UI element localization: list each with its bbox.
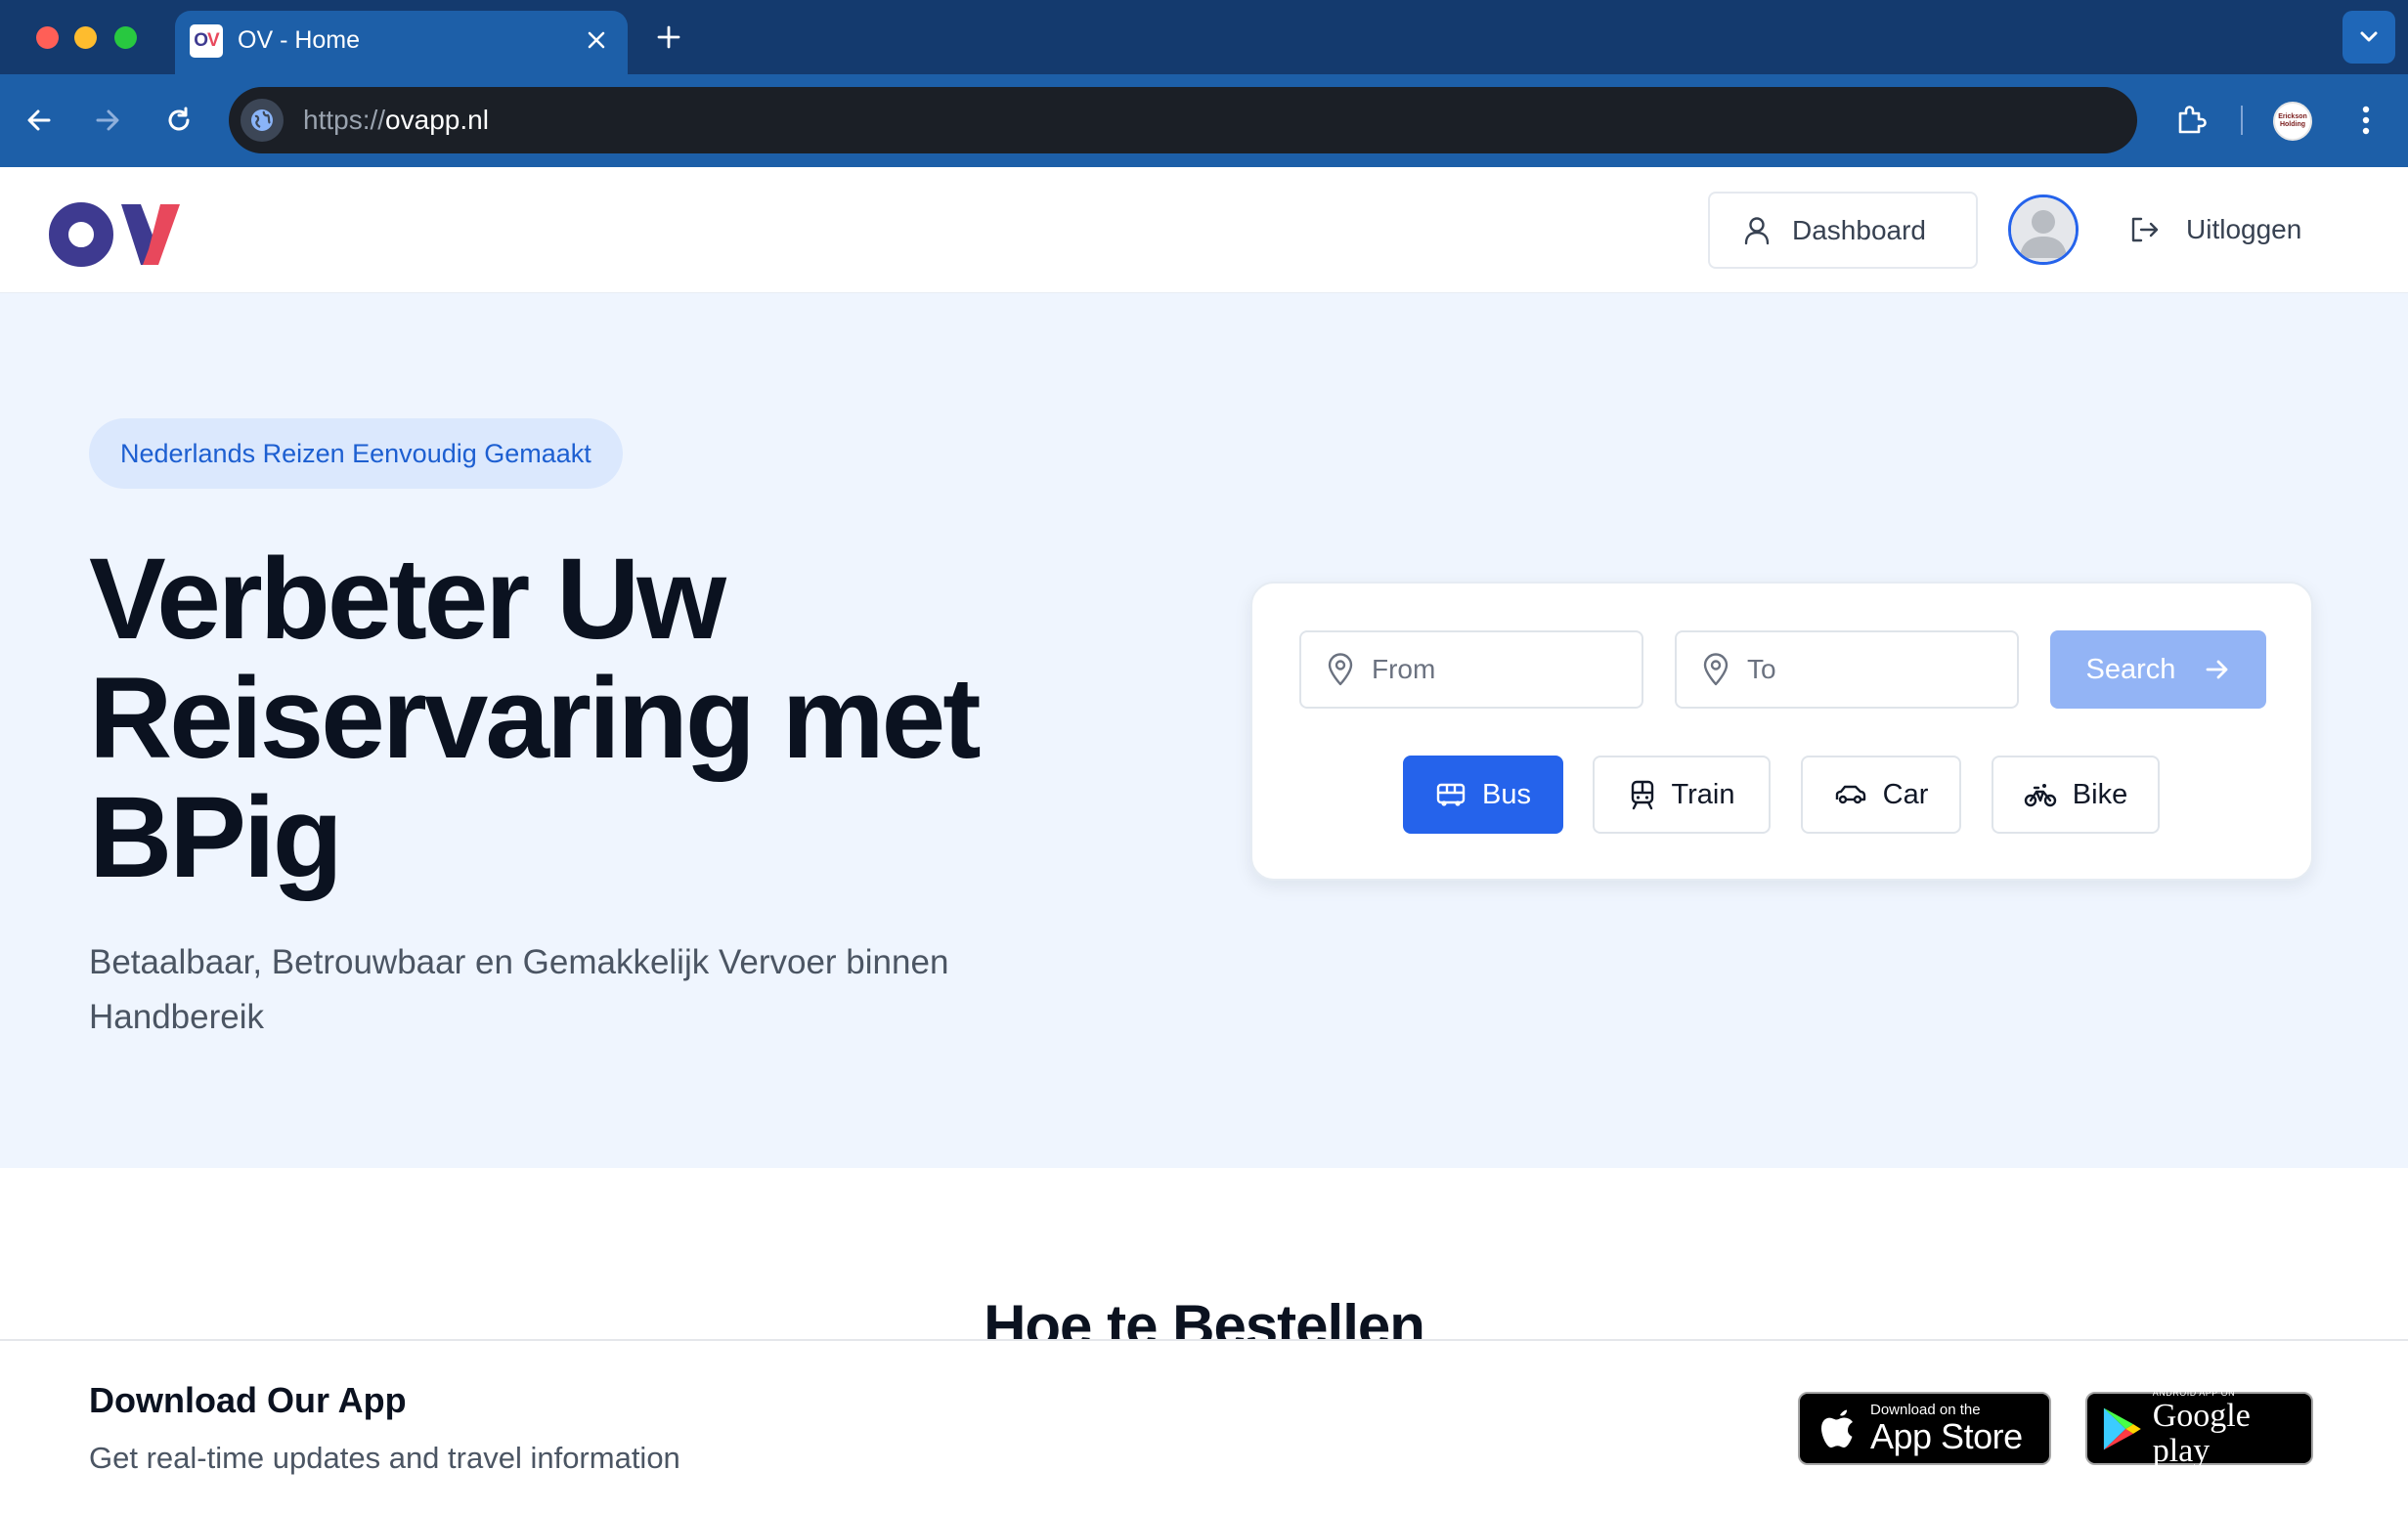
banner-title: Download Our App <box>89 1380 407 1420</box>
hero-section: Nederlands Reizen Eenvoudig Gemaakt Verb… <box>0 293 2408 1168</box>
car-icon <box>1835 785 1865 804</box>
user-icon <box>1744 216 1770 244</box>
to-input[interactable] <box>1747 654 1992 685</box>
mode-car-label: Car <box>1882 778 1929 810</box>
dashboard-label: Dashboard <box>1792 214 1926 245</box>
reload-icon[interactable] <box>156 98 201 143</box>
app-store-badge[interactable]: Download on the App Store <box>1798 1392 2051 1465</box>
google-play-icon <box>2103 1407 2141 1449</box>
apple-icon <box>1821 1409 1853 1448</box>
url-text: https://ovapp.nl <box>303 105 489 136</box>
mode-bus-label: Bus <box>1482 778 1531 810</box>
favicon-letter-v: V <box>207 30 220 51</box>
ov-logo[interactable] <box>49 200 180 269</box>
forward-arrow-icon[interactable] <box>85 98 130 143</box>
mode-car-button[interactable]: Car <box>1801 756 1961 834</box>
logout-icon <box>2131 217 2159 242</box>
browser-tab-bar: OV OV - Home <box>0 0 2408 74</box>
app-store-big-text: App Store <box>1870 1416 2023 1456</box>
favicon-letter-o: O <box>194 30 208 51</box>
address-bar[interactable]: https://ovapp.nl <box>229 87 2137 153</box>
search-button[interactable]: Search <box>2050 630 2266 709</box>
extensions-puzzle-icon[interactable] <box>2168 98 2213 143</box>
dashboard-button[interactable]: Dashboard <box>1708 192 1978 269</box>
logo-o-shape <box>49 202 113 267</box>
window-zoom-button[interactable] <box>114 26 137 49</box>
mode-train-label: Train <box>1671 778 1735 810</box>
browser-menu-kebab-icon[interactable] <box>2346 98 2386 143</box>
logout-label: Uitloggen <box>2186 214 2302 244</box>
arrow-right-icon <box>2207 660 2228 679</box>
site-header: Dashboard Uitloggen <box>0 167 2408 293</box>
logout-button[interactable]: Uitloggen <box>2129 202 2301 257</box>
hero-subtitle: Betaalbaar, Betrouwbaar en Gemakkelijk V… <box>89 943 949 1036</box>
new-tab-plus-icon[interactable] <box>649 18 688 57</box>
browser-tab-active[interactable]: OV OV - Home <box>175 11 628 74</box>
back-arrow-icon[interactable] <box>17 98 62 143</box>
to-field[interactable] <box>1675 630 2019 709</box>
toolbar-separator <box>2241 106 2243 135</box>
tab-close-icon[interactable] <box>579 22 614 58</box>
profile-avatar[interactable]: Erickson Holding <box>2273 102 2312 141</box>
mode-bus-button[interactable]: Bus <box>1403 756 1563 834</box>
search-button-label: Search <box>2085 653 2176 685</box>
location-pin-icon <box>1328 653 1353 686</box>
favicon: OV <box>190 24 223 58</box>
logo-v-shape <box>121 204 180 265</box>
mode-train-button[interactable]: Train <box>1593 756 1771 834</box>
window-minimize-button[interactable] <box>74 26 97 49</box>
tab-search-chevron-icon[interactable] <box>2342 11 2395 64</box>
bike-icon <box>2024 784 2056 807</box>
train-icon <box>1631 780 1653 810</box>
google-play-big-text: Google play <box>2152 1398 2251 1469</box>
mode-bike-button[interactable]: Bike <box>1992 756 2160 834</box>
banner-subtitle: Get real-time updates and travel informa… <box>89 1441 680 1475</box>
url-host: ovapp.nl <box>385 105 489 135</box>
hero-badge: Nederlands Reizen Eenvoudig Gemaakt <box>89 418 623 489</box>
from-field[interactable] <box>1299 630 1643 709</box>
bus-icon <box>1436 783 1466 806</box>
trip-search-card: Search Bus Train Car Bike <box>1250 582 2313 881</box>
google-play-badge[interactable]: ANDROID APP ON Google play <box>2085 1388 2313 1469</box>
user-avatar[interactable] <box>2008 195 2079 265</box>
site-info-globe-icon[interactable] <box>241 99 284 142</box>
from-input[interactable] <box>1372 654 1616 685</box>
location-pin-icon <box>1703 653 1729 686</box>
app-download-banner: Download Our App Get real-time updates a… <box>0 1339 2408 1513</box>
window-close-button[interactable] <box>36 26 59 49</box>
tab-title: OV - Home <box>238 26 361 54</box>
hero-title: Verbeter Uw Reiservaring met BPig <box>89 535 982 902</box>
url-scheme: https:// <box>303 105 386 135</box>
mode-bike-label: Bike <box>2072 778 2128 810</box>
browser-toolbar: https://ovapp.nl Erickson Holding <box>0 74 2408 167</box>
